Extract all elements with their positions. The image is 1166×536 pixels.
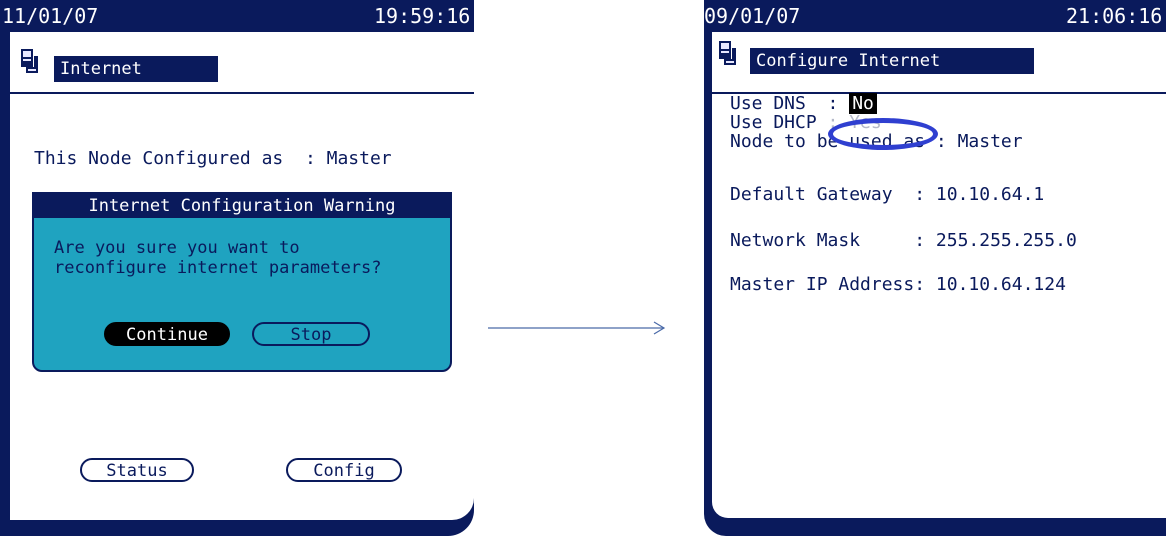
config-button[interactable]: Config (286, 458, 402, 482)
dialog-message-line1: Are you sure you want to (54, 238, 300, 258)
internet-panel: Internet This Node Configured as : Maste… (10, 32, 474, 520)
page-title: Internet (54, 56, 218, 82)
default-gateway: Default Gateway : 10.10.64.1 (730, 184, 1045, 205)
internet-screen: 11/01/07 19:59:16 Internet This Node Con… (0, 0, 474, 536)
configure-internet-screen: 09/01/07 21:06:16 Configure Internet Use… (704, 0, 1166, 536)
master-ip-address: Master IP Address: 10.10.64.124 (730, 274, 1066, 295)
network-mask: Network Mask : 255.255.255.0 (730, 230, 1077, 251)
warning-dialog: Internet Configuration Warning Are you s… (32, 192, 452, 372)
time-text: 19:59:16 (374, 4, 471, 28)
header-divider (10, 92, 474, 94)
network-node-icon (21, 49, 38, 73)
screen-header: Internet (10, 32, 474, 92)
status-bar: 11/01/07 19:59:16 (0, 0, 474, 32)
highlight-circle (828, 118, 938, 150)
dialog-message: Are you sure you want to reconfigure int… (54, 238, 382, 278)
dialog-message-line2: reconfigure internet parameters? (54, 258, 382, 278)
status-button[interactable]: Status (80, 458, 194, 482)
use-dns-value[interactable]: No (849, 93, 877, 114)
date-text: 11/01/07 (2, 4, 99, 28)
transition-arrow (488, 321, 666, 335)
status-bar: 09/01/07 21:06:16 (704, 0, 1166, 32)
configure-panel: Configure Internet Use DNS : No Use DHCP… (712, 32, 1166, 518)
date-text: 09/01/07 (704, 4, 801, 28)
continue-button[interactable]: Continue (104, 322, 230, 346)
node-config-label-text: This Node Configured as (34, 148, 284, 169)
use-dns-label: Use DNS : (730, 93, 839, 114)
time-text: 21:06:16 (1066, 4, 1163, 28)
node-config-label: This Node Configured as : Master (34, 148, 392, 169)
dialog-title: Internet Configuration Warning (34, 194, 450, 218)
screen-header: Configure Internet (712, 32, 1166, 92)
network-node-icon (719, 41, 736, 65)
use-dhcp-label: Use DHCP (730, 112, 817, 133)
stop-button[interactable]: Stop (252, 322, 370, 346)
node-config-value: : Master (304, 148, 392, 169)
page-title: Configure Internet (750, 48, 1034, 74)
